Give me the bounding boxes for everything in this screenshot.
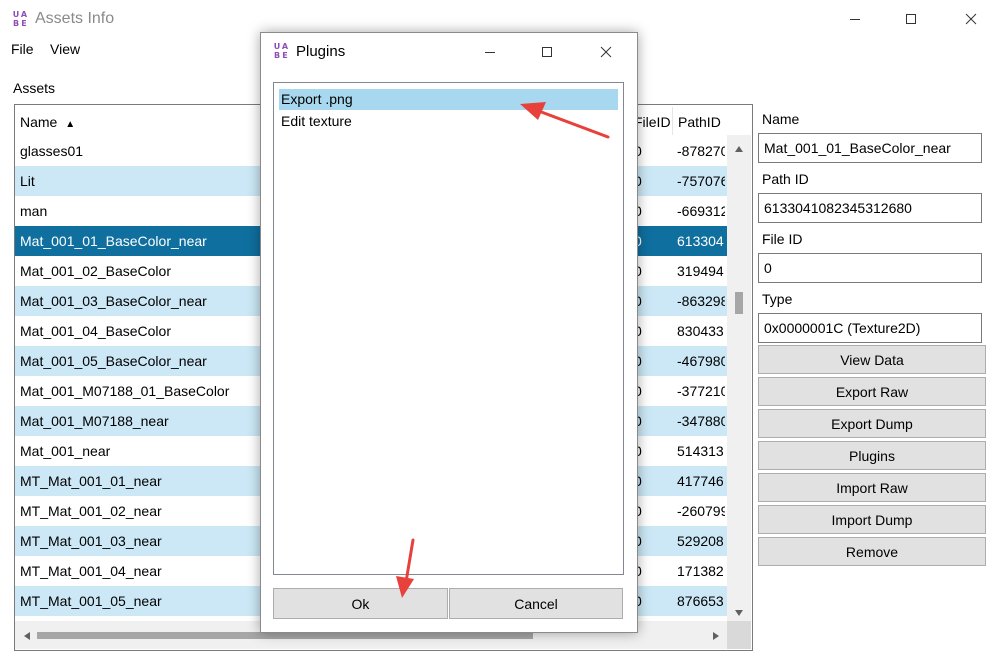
annotation-overlay — [396, 102, 610, 598]
arrow-to-export-png-icon — [520, 102, 610, 139]
arrow-to-ok-button-icon — [396, 538, 415, 598]
